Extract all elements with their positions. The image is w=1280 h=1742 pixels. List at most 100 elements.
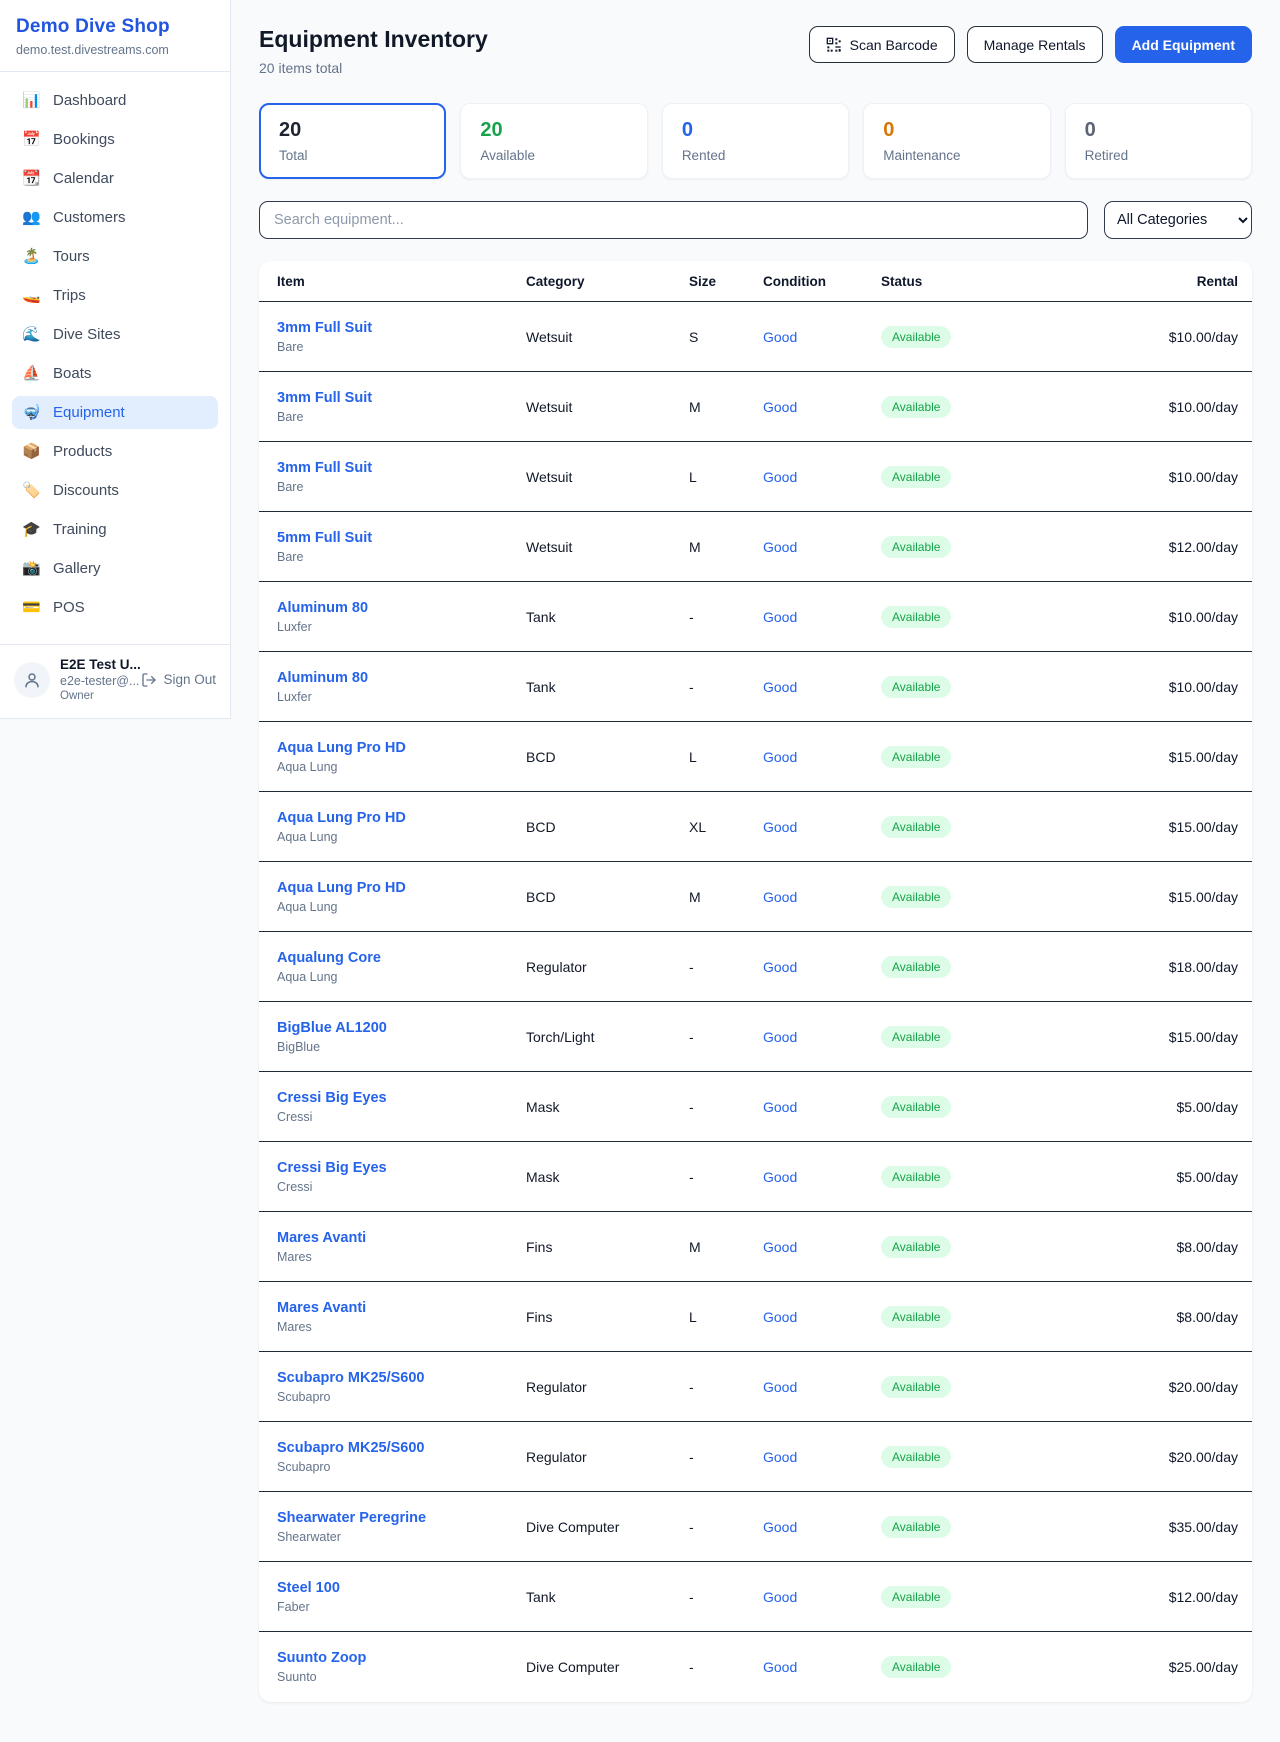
sidebar-item-dive-sites[interactable]: 🌊 Dive Sites xyxy=(12,318,218,351)
sidebar-item-customers[interactable]: 👥 Customers xyxy=(12,201,218,234)
item-name-link[interactable]: 5mm Full Suit xyxy=(277,530,526,546)
condition-link[interactable]: Good xyxy=(763,679,881,695)
condition-link[interactable]: Good xyxy=(763,399,881,415)
sidebar-item-tours[interactable]: 🏝️ Tours xyxy=(12,240,218,273)
status-badge: Available xyxy=(881,886,951,908)
item-name-link[interactable]: 3mm Full Suit xyxy=(277,460,526,476)
item-name-link[interactable]: Mares Avanti xyxy=(277,1300,526,1316)
sidebar-item-boats[interactable]: ⛵ Boats xyxy=(12,357,218,390)
sidebar-item-label: Equipment xyxy=(53,404,125,421)
sidebar-item-products[interactable]: 📦 Products xyxy=(12,435,218,468)
condition-link[interactable]: Good xyxy=(763,819,881,835)
condition-link[interactable]: Good xyxy=(763,1309,881,1325)
sign-out-button[interactable]: Sign Out xyxy=(141,672,216,688)
item-brand: Faber xyxy=(277,1600,526,1614)
condition-link[interactable]: Good xyxy=(763,1659,881,1675)
sidebar-item-pos[interactable]: 💳 POS xyxy=(12,591,218,624)
status-badge: Available xyxy=(881,1096,951,1118)
shop-name: Demo Dive Shop xyxy=(16,16,214,38)
status-cell: Available xyxy=(881,1656,1118,1678)
sidebar-item-label: Products xyxy=(53,443,112,460)
item-cell: Shearwater Peregrine Shearwater xyxy=(277,1510,526,1544)
sidebar-item-label: Customers xyxy=(53,209,126,226)
item-cell: Aluminum 80 Luxfer xyxy=(277,600,526,634)
sidebar-item-gallery[interactable]: 📸 Gallery xyxy=(12,552,218,585)
item-name-link[interactable]: Suunto Zoop xyxy=(277,1650,526,1666)
stat-card-total[interactable]: 20 Total xyxy=(259,103,446,179)
table-row: 3mm Full Suit Bare Wetsuit L Good Availa… xyxy=(259,442,1252,512)
item-cell: BigBlue AL1200 BigBlue xyxy=(277,1020,526,1054)
scan-barcode-button[interactable]: Scan Barcode xyxy=(809,26,955,63)
category-cell: Tank xyxy=(526,609,689,625)
item-brand: Scubapro xyxy=(277,1390,526,1404)
manage-rentals-button[interactable]: Manage Rentals xyxy=(967,26,1103,63)
stat-card-rented[interactable]: 0 Rented xyxy=(662,103,849,179)
condition-link[interactable]: Good xyxy=(763,539,881,555)
sidebar-item-equipment[interactable]: 🤿 Equipment xyxy=(12,396,218,429)
condition-link[interactable]: Good xyxy=(763,889,881,905)
item-name-link[interactable]: 3mm Full Suit xyxy=(277,390,526,406)
scan-barcode-label: Scan Barcode xyxy=(850,37,938,53)
condition-link[interactable]: Good xyxy=(763,1519,881,1535)
size-cell: - xyxy=(689,1379,763,1395)
item-name-link[interactable]: Mares Avanti xyxy=(277,1230,526,1246)
item-name-link[interactable]: 3mm Full Suit xyxy=(277,320,526,336)
condition-link[interactable]: Good xyxy=(763,959,881,975)
item-name-link[interactable]: BigBlue AL1200 xyxy=(277,1020,526,1036)
stat-card-available[interactable]: 20 Available xyxy=(460,103,647,179)
item-name-link[interactable]: Aluminum 80 xyxy=(277,600,526,616)
category-cell: Regulator xyxy=(526,1379,689,1395)
item-name-link[interactable]: Scubapro MK25/S600 xyxy=(277,1440,526,1456)
search-input[interactable] xyxy=(259,201,1088,239)
status-cell: Available xyxy=(881,1236,1118,1258)
condition-link[interactable]: Good xyxy=(763,1099,881,1115)
page-heading: Equipment Inventory 20 items total xyxy=(259,26,488,76)
condition-link[interactable]: Good xyxy=(763,609,881,625)
condition-link[interactable]: Good xyxy=(763,329,881,345)
condition-link[interactable]: Good xyxy=(763,1379,881,1395)
status-badge: Available xyxy=(881,396,951,418)
item-name-link[interactable]: Steel 100 xyxy=(277,1580,526,1596)
size-cell: M xyxy=(689,1239,763,1255)
item-cell: Scubapro MK25/S600 Scubapro xyxy=(277,1440,526,1474)
item-name-link[interactable]: Aqua Lung Pro HD xyxy=(277,740,526,756)
condition-link[interactable]: Good xyxy=(763,1449,881,1465)
item-name-link[interactable]: Aluminum 80 xyxy=(277,670,526,686)
sidebar-item-discounts[interactable]: 🏷️ Discounts xyxy=(12,474,218,507)
sidebar-item-training[interactable]: 🎓 Training xyxy=(12,513,218,546)
status-badge: Available xyxy=(881,676,951,698)
stat-card-maintenance[interactable]: 0 Maintenance xyxy=(863,103,1050,179)
stat-card-retired[interactable]: 0 Retired xyxy=(1065,103,1252,179)
sidebar-item-label: Dashboard xyxy=(53,92,126,109)
sidebar-item-bookings[interactable]: 📅 Bookings xyxy=(12,123,218,156)
item-name-link[interactable]: Scubapro MK25/S600 xyxy=(277,1370,526,1386)
item-name-link[interactable]: Aqua Lung Pro HD xyxy=(277,810,526,826)
item-cell: Mares Avanti Mares xyxy=(277,1230,526,1264)
item-name-link[interactable]: Cressi Big Eyes xyxy=(277,1090,526,1106)
condition-link[interactable]: Good xyxy=(763,1589,881,1605)
status-cell: Available xyxy=(881,606,1118,628)
item-name-link[interactable]: Aqua Lung Pro HD xyxy=(277,880,526,896)
status-badge: Available xyxy=(881,1656,951,1678)
sidebar-item-trips[interactable]: 🚤 Trips xyxy=(12,279,218,312)
item-name-link[interactable]: Aqualung Core xyxy=(277,950,526,966)
item-name-link[interactable]: Cressi Big Eyes xyxy=(277,1160,526,1176)
size-cell: - xyxy=(689,1449,763,1465)
category-select[interactable]: All Categories xyxy=(1104,201,1252,239)
sidebar-item-calendar[interactable]: 📆 Calendar xyxy=(12,162,218,195)
item-cell: Aqua Lung Pro HD Aqua Lung xyxy=(277,740,526,774)
condition-link[interactable]: Good xyxy=(763,1029,881,1045)
condition-link[interactable]: Good xyxy=(763,1239,881,1255)
condition-link[interactable]: Good xyxy=(763,749,881,765)
condition-link[interactable]: Good xyxy=(763,1169,881,1185)
size-cell: L xyxy=(689,1309,763,1325)
status-cell: Available xyxy=(881,396,1118,418)
size-cell: M xyxy=(689,889,763,905)
sidebar-item-dashboard[interactable]: 📊 Dashboard xyxy=(12,84,218,117)
add-equipment-button[interactable]: Add Equipment xyxy=(1115,26,1252,63)
condition-link[interactable]: Good xyxy=(763,469,881,485)
status-badge: Available xyxy=(881,536,951,558)
size-cell: - xyxy=(689,1029,763,1045)
item-name-link[interactable]: Shearwater Peregrine xyxy=(277,1510,526,1526)
item-cell: Suunto Zoop Suunto xyxy=(277,1650,526,1684)
